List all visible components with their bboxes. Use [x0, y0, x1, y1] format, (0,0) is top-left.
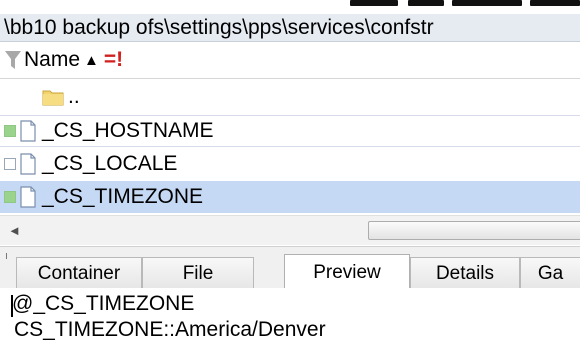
- file-name: _CS_HOSTNAME: [42, 119, 214, 142]
- file-name: _CS_LOCALE: [42, 152, 178, 175]
- list-item[interactable]: _CS_HOSTNAME: [0, 115, 580, 147]
- filter-flag: =!: [103, 48, 124, 71]
- horizontal-scrollbar[interactable]: ◄: [0, 215, 580, 245]
- cropped-glyph: [530, 0, 580, 6]
- scroll-left-icon[interactable]: ◄: [8, 223, 21, 238]
- tab-label: Ga: [537, 262, 564, 284]
- tab-ga[interactable]: Ga: [520, 257, 580, 289]
- cropped-glyph: [408, 0, 444, 6]
- tab-label: Container: [37, 262, 121, 284]
- preview-pane[interactable]: @_CS_TIMEZONE CS_TIMEZONE::America/Denve…: [0, 288, 580, 347]
- preview-line-2: CS_TIMEZONE::America/Denver: [14, 318, 326, 341]
- tab-details[interactable]: Details: [410, 257, 520, 289]
- file-icon: [20, 120, 36, 142]
- cropped-glyph: [452, 0, 522, 6]
- row-checkbox[interactable]: [4, 125, 16, 137]
- filter-icon[interactable]: [4, 50, 22, 70]
- tab-label: File: [182, 262, 214, 284]
- name-column-header[interactable]: Name ▲ =!: [0, 43, 123, 77]
- parent-folder-row[interactable]: ..: [0, 79, 580, 115]
- tab-preview[interactable]: Preview: [284, 254, 410, 290]
- path-bar[interactable]: \bb10 backup ofs\settings\pps\services\c…: [0, 14, 580, 42]
- parent-folder-label: ..: [68, 85, 80, 108]
- file-name: _CS_TIMEZONE: [42, 185, 204, 208]
- name-column-label: Name: [24, 48, 81, 71]
- sort-ascending-icon: ▲: [84, 51, 99, 69]
- scrollbar-thumb[interactable]: [368, 221, 580, 240]
- tab-file[interactable]: File: [142, 257, 254, 289]
- path-text: \bb10 backup ofs\settings\pps\services\c…: [4, 16, 434, 39]
- grip-icon: [6, 253, 7, 259]
- folder-icon: [42, 90, 64, 106]
- file-icon: [20, 186, 36, 208]
- tab-container[interactable]: Container: [16, 257, 142, 289]
- file-icon: [20, 153, 36, 175]
- tab-label: Preview: [313, 261, 381, 283]
- list-header: Name ▲ =!: [0, 43, 580, 79]
- tab-label: Details: [435, 262, 495, 284]
- preview-line-1: @_CS_TIMEZONE: [12, 292, 195, 315]
- list-item[interactable]: _CS_TIMEZONE: [0, 181, 580, 213]
- list-item[interactable]: _CS_LOCALE: [0, 148, 580, 180]
- row-checkbox[interactable]: [4, 191, 16, 203]
- cropped-glyph: [350, 0, 398, 6]
- tab-bar: Container File Preview Details Ga: [0, 246, 580, 290]
- row-checkbox[interactable]: [4, 158, 16, 170]
